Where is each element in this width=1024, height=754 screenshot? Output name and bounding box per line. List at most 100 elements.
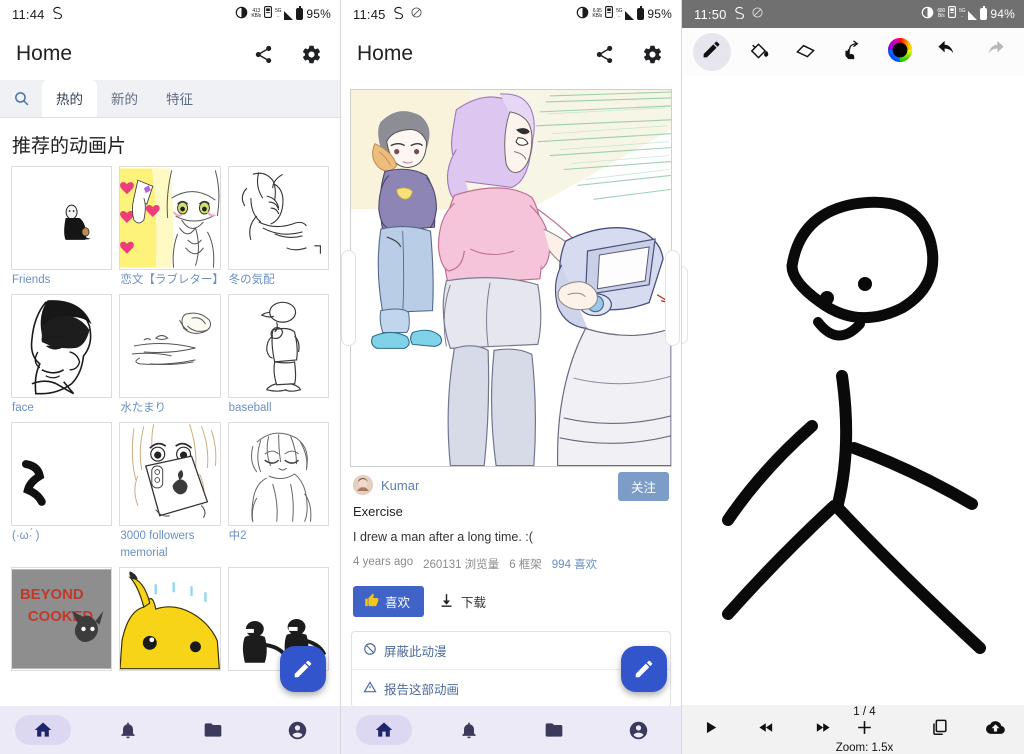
redo-icon [983,38,1006,66]
pen-icon [701,39,722,65]
grid-item[interactable]: face [11,294,112,418]
folder-icon [203,720,223,740]
paint-bucket-tool-button[interactable] [740,33,778,71]
gear-icon[interactable] [298,41,324,67]
edit-fab-button[interactable] [280,646,326,692]
battery-icon [980,8,987,20]
tab-new[interactable]: 新的 [97,80,152,117]
grid-item[interactable]: BEYOND COOKED [11,567,112,673]
tab-featured[interactable]: 特征 [152,80,207,117]
thumbnail[interactable] [119,166,220,270]
thumbs-up-icon [364,593,379,611]
avatar[interactable] [353,475,373,495]
thumbnail[interactable] [228,166,329,270]
svg-text:BEYOND: BEYOND [20,587,84,603]
grid-item-label: 中2 [228,526,329,546]
panel-drawing-canvas: 11:50 680B/s 5G.. 94% [682,0,1024,754]
grid-item[interactable]: 中2 [228,422,329,564]
sync-icon [734,6,745,22]
download-icon [438,592,455,612]
undo-icon [936,38,959,66]
cloud-upload-icon [985,718,1006,742]
grid-item[interactable]: 恋文【ラブレター】 [119,166,220,290]
grid-item[interactable]: Friends [11,166,112,290]
thumbnail[interactable] [119,422,220,526]
frame-nav-group: 1 / 4 Zoom: 1.5x [794,706,912,754]
like-button[interactable]: 喜欢 [353,586,424,617]
hand-move-tool-button[interactable] [834,33,872,71]
nav-notifications[interactable] [426,720,511,740]
like-button-label: 喜欢 [385,592,410,611]
thumbnail[interactable] [11,166,112,270]
block-icon [363,642,377,659]
stick-figure-drawing [682,76,1024,705]
prev-artwork-hint[interactable] [341,250,356,346]
screenshot-root: 11:44 413KB/s 5G.. 95% Home [0,0,1024,754]
stat-age: 4 years ago [353,556,413,572]
undo-button[interactable] [928,33,966,71]
sim-icon [948,6,956,22]
thumbnail[interactable]: BEYOND COOKED [11,567,112,671]
status-bar-right: 413KB/s 5G.. 95% [235,6,331,23]
drawing-canvas[interactable] [682,76,1024,705]
artwork-viewer [341,80,681,467]
home-icon [374,720,394,740]
follow-button[interactable]: 关注 [618,472,669,501]
nav-home[interactable] [341,715,426,745]
grid-item[interactable] [119,567,220,673]
grid-item[interactable]: 水たまり [119,294,220,418]
plus-icon [855,718,874,737]
share-icon[interactable] [591,41,617,67]
edit-fab-button[interactable] [621,646,667,692]
battery-percent: 95% [647,7,672,21]
play-button[interactable] [682,719,738,741]
nav-account[interactable] [596,720,681,741]
recommendation-grid: Friends [0,166,340,673]
thumbnail[interactable] [11,422,112,526]
download-button[interactable]: 下载 [438,592,486,612]
grid-item[interactable]: (·ω·́ ) [11,422,112,564]
add-frame-button[interactable] [855,718,874,742]
nav-notifications[interactable] [85,720,170,740]
grid-item[interactable]: baseball [228,294,329,418]
stat-frames: 6 框架 [509,556,542,572]
artwork-image[interactable] [350,89,672,467]
status-time: 11:45 [353,7,386,22]
eraser-tool-button[interactable] [787,33,825,71]
status-bar-left: 11:50 [694,6,763,22]
thumbnail[interactable] [11,294,112,398]
grid-item[interactable]: 冬の気配 [228,166,329,290]
panel-home-feed: 11:44 413KB/s 5G.. 95% Home [0,0,341,754]
upload-button[interactable] [968,718,1024,742]
battery-icon [296,8,303,20]
thumbnail[interactable] [228,422,329,526]
nav-home[interactable] [0,715,85,745]
edit-pencil-icon [633,658,655,680]
nav-folder[interactable] [511,720,596,740]
tab-hot[interactable]: 热的 [42,80,97,117]
next-artwork-hint[interactable] [665,250,680,346]
thumbnail[interactable] [228,294,329,398]
artwork-description: I drew a man after a long time. :( [353,530,669,544]
bottom-nav [341,706,681,754]
nav-account[interactable] [255,720,340,741]
nav-folder[interactable] [170,720,255,740]
artwork-stats: 4 years ago 260131 浏览量 6 框架 994 喜欢 [353,556,669,572]
pen-tool-button[interactable] [693,33,731,71]
canvas-edge-handle[interactable] [682,266,688,344]
author-name[interactable]: Kumar [381,478,419,493]
thumbnail[interactable] [119,567,220,671]
redo-button[interactable] [975,33,1013,71]
network-5g-icon: 5G.. [959,9,965,19]
thumbnail[interactable] [119,294,220,398]
search-icon[interactable] [0,79,42,117]
panel-artwork-detail: 11:45 6.95KB/s 5G.. 95% [341,0,682,754]
stat-views: 260131 浏览量 [423,556,499,572]
prev-frame-button[interactable] [738,719,794,741]
next-frame-button[interactable] [813,719,832,741]
copy-frame-button[interactable] [912,718,968,742]
grid-item[interactable]: 3000 followers memorial [119,422,220,564]
share-icon[interactable] [250,41,276,67]
color-picker-button[interactable] [881,33,919,71]
gear-icon[interactable] [639,41,665,67]
